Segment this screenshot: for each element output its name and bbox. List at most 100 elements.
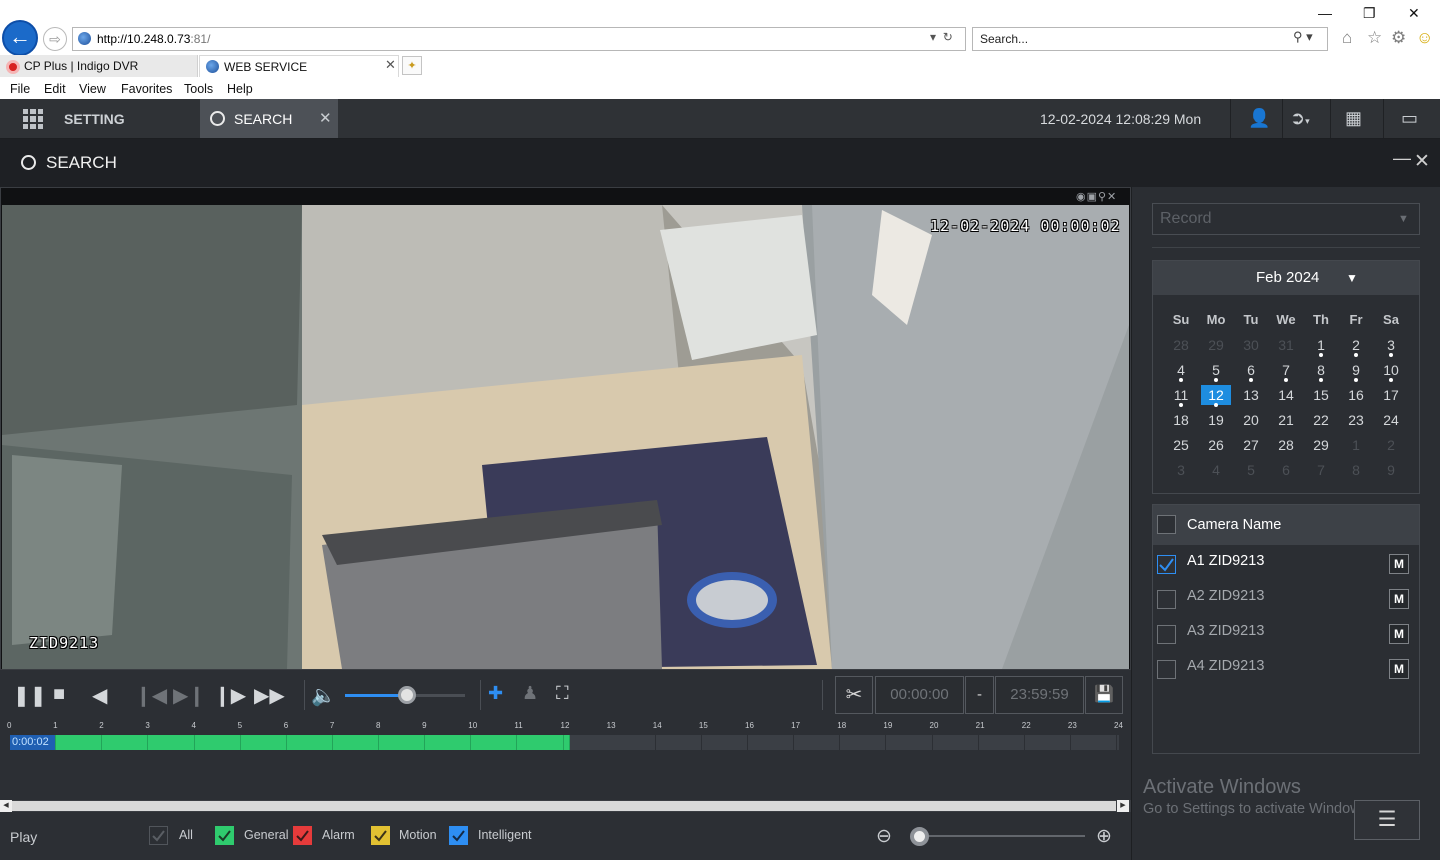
calendar-day[interactable]: 29	[1201, 335, 1231, 355]
legend-intelligent-checkbox[interactable]	[449, 826, 468, 845]
calendar-day[interactable]: 4	[1166, 360, 1196, 380]
camera-checkbox[interactable]	[1157, 555, 1176, 574]
calendar-day[interactable]: 28	[1271, 435, 1301, 455]
calendar-day[interactable]: 24	[1376, 410, 1406, 430]
close-tab-icon[interactable]: ✕	[385, 57, 396, 73]
next-frame-icon[interactable]: ▶❙	[173, 683, 205, 708]
zoom-in-icon[interactable]: ⊕	[1096, 825, 1112, 848]
calendar-day[interactable]: 7	[1271, 360, 1301, 380]
clip-start-time[interactable]: 00:00:00	[875, 676, 964, 714]
calendar-day[interactable]: 21	[1271, 410, 1301, 430]
calendar-month-title[interactable]: Feb 2024	[1256, 269, 1319, 286]
calendar-day[interactable]: 1	[1306, 335, 1336, 355]
scroll-left-arrow-icon[interactable]: ◀	[0, 800, 12, 812]
timeline-track[interactable]	[10, 735, 1119, 750]
back-button[interactable]: ←	[2, 20, 38, 56]
settings-gear-icon[interactable]: ⚙	[1391, 28, 1406, 48]
forward-button[interactable]: ⇨	[43, 27, 67, 51]
feedback-smiley-icon[interactable]: ☺	[1416, 28, 1433, 48]
calendar-day[interactable]: 8	[1306, 360, 1336, 380]
pause-icon[interactable]: ❚❚	[13, 683, 47, 708]
calendar-day[interactable]: 11	[1166, 385, 1196, 405]
smart-search-icon[interactable]: ♟	[522, 683, 538, 704]
calendar-day[interactable]: 31	[1271, 335, 1301, 355]
video-window-tools-icons[interactable]: ◉▣⚲✕	[1076, 190, 1117, 203]
calendar-day[interactable]: 18	[1166, 410, 1196, 430]
favorites-star-icon[interactable]: ☆	[1367, 28, 1382, 48]
address-bar[interactable]: http://10.248.0.73:81/	[72, 27, 966, 51]
camera-checkbox[interactable]	[1157, 590, 1176, 609]
camera-name[interactable]: A4 ZID9213	[1187, 658, 1264, 674]
calendar-day[interactable]: 23	[1341, 410, 1371, 430]
camera-main-stream-button[interactable]: M	[1389, 589, 1409, 609]
digital-zoom-icon[interactable]: ✚	[488, 683, 503, 704]
camera-main-stream-button[interactable]: M	[1389, 624, 1409, 644]
calendar-day[interactable]: 6	[1236, 360, 1266, 380]
clip-scissors-button[interactable]: ✂	[835, 676, 873, 714]
calendar-day[interactable]: 17	[1376, 385, 1406, 405]
calendar-day[interactable]: 25	[1166, 435, 1196, 455]
home-icon[interactable]: ⌂	[1342, 28, 1352, 48]
calendar-day[interactable]: 22	[1306, 410, 1336, 430]
menu-favorites[interactable]: Favorites	[121, 79, 172, 99]
calendar-day[interactable]: 1	[1341, 435, 1371, 455]
zoom-out-icon[interactable]: ⊖	[876, 825, 892, 848]
legend-alarm-checkbox[interactable]	[293, 826, 312, 845]
menu-tools[interactable]: Tools	[184, 79, 213, 99]
camera-name[interactable]: A1 ZID9213	[1187, 553, 1264, 569]
tab-web-service[interactable]: WEB SERVICE	[199, 55, 399, 77]
volume-icon[interactable]: 🔈	[311, 683, 336, 708]
menu-file[interactable]: File	[10, 79, 30, 99]
calendar-day[interactable]: 13	[1236, 385, 1266, 405]
calendar-day[interactable]: 19	[1201, 410, 1231, 430]
search-icon[interactable]: ⚲ ▾	[1293, 29, 1313, 45]
logout-icon[interactable]: ➲▾	[1290, 108, 1310, 129]
address-dropdown-refresh-icons[interactable]: ▾ ↻	[930, 30, 953, 44]
user-icon[interactable]: 👤	[1248, 108, 1270, 129]
stop-icon[interactable]: ■	[53, 683, 65, 706]
calendar-day[interactable]: 20	[1236, 410, 1266, 430]
timeline-scrollbar-thumb[interactable]	[12, 801, 1116, 811]
minimize-window-icon[interactable]: —	[1318, 5, 1332, 21]
calendar-day[interactable]: 29	[1306, 435, 1336, 455]
calendar-day[interactable]: 2	[1341, 335, 1371, 355]
close-window-icon[interactable]: ✕	[1408, 5, 1420, 22]
playback-video-frame[interactable]	[2, 205, 1129, 669]
calendar-day[interactable]: 26	[1201, 435, 1231, 455]
camera-main-stream-button[interactable]: M	[1389, 554, 1409, 574]
slow-play-icon[interactable]: ❙▶	[214, 683, 246, 708]
camera-main-stream-button[interactable]: M	[1389, 659, 1409, 679]
scroll-right-arrow-icon[interactable]: ▶	[1117, 800, 1129, 812]
play-backward-icon[interactable]: ◀	[92, 683, 107, 708]
clip-end-time[interactable]: 23:59:59	[995, 676, 1084, 714]
calendar-day[interactable]: 3	[1376, 335, 1406, 355]
calendar-day[interactable]: 30	[1236, 335, 1266, 355]
calendar-day[interactable]: 8	[1341, 460, 1371, 480]
calendar-day[interactable]: 14	[1271, 385, 1301, 405]
minimize-panel-icon[interactable]: —	[1393, 148, 1411, 169]
calendar-day[interactable]: 16	[1341, 385, 1371, 405]
calendar-day[interactable]: 4	[1201, 460, 1231, 480]
save-clip-icon[interactable]: 💾	[1085, 676, 1123, 714]
calendar-day[interactable]: 5	[1236, 460, 1266, 480]
menu-view[interactable]: View	[79, 79, 106, 99]
main-menu-grid-icon[interactable]	[23, 109, 43, 129]
list-view-icon[interactable]: ☰	[1354, 800, 1420, 840]
select-all-cameras-checkbox[interactable]	[1157, 515, 1176, 534]
calendar-day[interactable]: 12	[1201, 385, 1231, 405]
legend-motion-checkbox[interactable]	[371, 826, 390, 845]
calendar-day[interactable]: 2	[1376, 435, 1406, 455]
timeline-zoom-track[interactable]	[918, 835, 1085, 837]
new-tab-button[interactable]: ✦	[402, 56, 422, 75]
fast-forward-icon[interactable]: ▶▶	[254, 683, 285, 708]
close-search-tab-icon[interactable]: ✕	[319, 109, 332, 127]
menu-edit[interactable]: Edit	[44, 79, 66, 99]
calendar-day[interactable]: 6	[1271, 460, 1301, 480]
calendar-day[interactable]: 3	[1166, 460, 1196, 480]
legend-general-checkbox[interactable]	[215, 826, 234, 845]
camera-checkbox[interactable]	[1157, 625, 1176, 644]
display-icon[interactable]: ▭	[1401, 108, 1418, 129]
calendar-day[interactable]: 28	[1166, 335, 1196, 355]
setting-tab[interactable]: SETTING	[64, 111, 125, 127]
timeline-cursor-time[interactable]: 0:00:02	[10, 735, 55, 750]
